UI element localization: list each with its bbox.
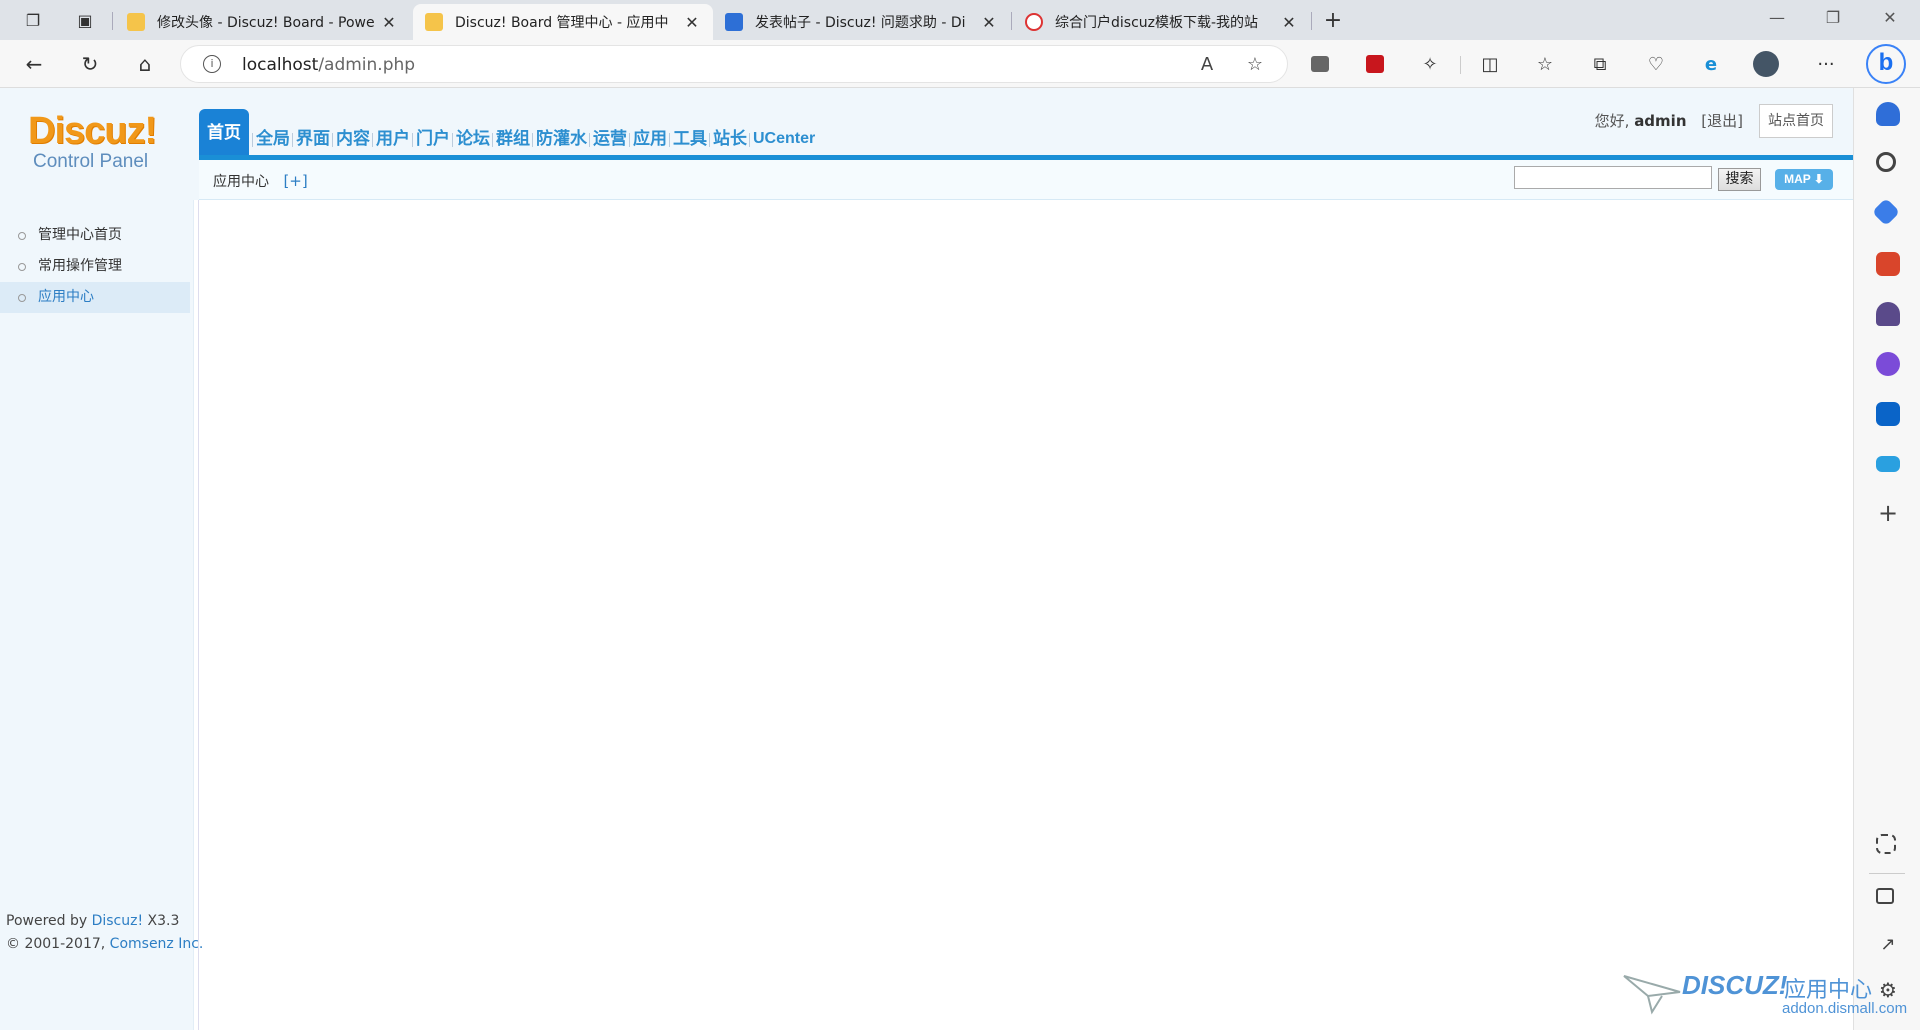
open-external-icon[interactable]: ↗ [1876,934,1900,958]
breadcrumb: 应用中心 [+] [213,171,308,191]
workspaces-icon[interactable]: ❐ [20,8,46,32]
copyright: Powered by Discuz! X3.3 © 2001-2017, Com… [6,913,204,952]
minimize-icon[interactable]: — [1757,8,1797,32]
panel-divider [198,200,199,1030]
map-button[interactable]: MAP ⬇ [1775,169,1833,190]
sidebar-menu: 管理中心首页 常用操作管理 应用中心 [0,220,190,313]
logout-link[interactable]: [退出] [1701,112,1743,130]
hide-sidebar-icon[interactable] [1876,888,1894,904]
browser-tab-1[interactable]: 修改头像 - Discuz! Board - Powe ✕ [115,4,410,40]
drop-icon[interactable] [1876,456,1900,472]
more-options-icon[interactable]: ··· [1813,52,1839,76]
back-icon[interactable]: ← [20,52,48,76]
new-tab-icon[interactable]: + [1320,8,1346,33]
admin-header: Discuz! Control Panel 首页 全局 界面 内容 用户 门户 … [0,88,1853,200]
extensions-icon[interactable]: ✧ [1417,52,1443,76]
nav-ucenter[interactable]: UCenter [748,121,818,157]
favorites-icon[interactable]: ☆ [1532,52,1558,76]
profile-avatar-icon[interactable] [1753,51,1779,77]
discuz-favicon-icon [425,13,443,31]
close-window-icon[interactable]: ✕ [1870,8,1910,32]
discuz-logo[interactable]: Discuz! Control Panel [28,110,157,173]
sidebar-item-app-center[interactable]: 应用中心 [0,282,190,313]
games-icon[interactable] [1876,302,1900,326]
discuz-link[interactable]: Discuz! [92,913,144,929]
close-tab-icon[interactable]: ✕ [1280,13,1298,32]
watermark-domain: addon.dismall.com [1782,1000,1908,1017]
user-greeting: 您好, admin [退出] [1594,112,1743,130]
restore-icon[interactable]: ❐ [1813,8,1853,32]
bing-copilot-icon[interactable]: b [1866,44,1906,84]
close-tab-icon[interactable]: ✕ [980,13,998,32]
browser-toolbar: ← ↻ ⌂ i localhost/admin.php A ☆ ✧ ◫ ☆ ⧉ … [0,40,1920,88]
home-icon[interactable]: ⌂ [131,52,159,76]
nav-global[interactable]: 全局 [252,121,293,157]
address-bar[interactable]: i localhost/admin.php A ☆ [180,45,1288,83]
mail-favicon-icon [725,13,743,31]
url-text[interactable]: localhost/admin.php [242,55,415,75]
nav-extended[interactable]: 运营 [589,121,630,157]
watermark-brand: DISCUZ! [1682,970,1788,1000]
sidebar-item-admin-home[interactable]: 管理中心首页 [0,220,190,251]
read-aloud-icon[interactable]: A [1196,54,1218,76]
nav-tools[interactable]: 工具 [669,121,710,157]
app-center-watermark: DISCUZ! 应用中心 addon.dismall.com [1622,966,1907,1026]
nav-safe[interactable]: 防灌水 [532,121,590,157]
notifications-icon[interactable] [1876,102,1900,126]
m365-icon[interactable] [1876,352,1900,376]
screenshot-icon[interactable] [1876,834,1896,854]
close-tab-icon[interactable]: ✕ [380,13,398,32]
comsenz-link[interactable]: Comsenz Inc. [110,936,204,952]
nav-home[interactable]: 首页 [199,109,249,157]
refresh-icon[interactable]: ↻ [76,52,104,76]
site-favicon-icon [1025,13,1043,31]
nav-founder[interactable]: 站长 [709,121,750,157]
sidebar-item-common-ops[interactable]: 常用操作管理 [0,251,190,282]
extension-pdf-icon[interactable] [1362,52,1388,76]
admin-page: Discuz! Control Panel 首页 全局 界面 内容 用户 门户 … [0,88,1907,1030]
split-screen-icon[interactable]: ◫ [1477,52,1503,76]
shopping-tag-icon[interactable] [1871,197,1901,227]
nav-portal[interactable]: 门户 [412,121,453,157]
add-shortcut-link[interactable]: [+] [283,172,307,190]
browser-tab-2[interactable]: Discuz! Board 管理中心 - 应用中 ✕ [413,4,713,40]
top-nav: 首页 全局 界面 内容 用户 门户 论坛 群组 防灌水 运营 应用 工具 站长 … [199,107,818,157]
search-button[interactable]: 搜索 [1718,168,1761,191]
outlook-icon[interactable] [1876,402,1900,426]
browser-tab-3[interactable]: 发表帖子 - Discuz! 问题求助 - Di ✕ [713,4,1010,40]
nav-style[interactable]: 界面 [292,121,333,157]
tab-actions-icon[interactable]: ▣ [72,8,98,32]
site-home-button[interactable]: 站点首页 [1759,104,1833,138]
extension-office-icon[interactable] [1307,52,1333,76]
edge-feature-icon[interactable]: e [1698,52,1724,76]
settings-gear-icon[interactable]: ⚙ [1876,978,1900,1002]
nav-group[interactable]: 群组 [492,121,533,157]
nav-plugin[interactable]: 应用 [629,121,670,157]
breadcrumb-current: 应用中心 [213,174,269,190]
search-input[interactable] [1514,166,1712,189]
tools-icon[interactable] [1876,252,1900,276]
browser-essentials-icon[interactable]: ♡ [1643,52,1669,76]
username: admin [1634,112,1687,130]
search-icon[interactable] [1876,152,1896,172]
discuz-favicon-icon [127,13,145,31]
left-sidebar: 管理中心首页 常用操作管理 应用中心 Powered by Discuz! X3… [0,200,203,1030]
sub-bar: 应用中心 [+] 搜索 MAP ⬇ [199,160,1853,200]
add-sidebar-app-icon[interactable]: + [1876,501,1900,526]
paper-plane-icon [1623,975,1681,1015]
edge-sidebar: + ↗ ⚙ [1853,88,1920,1030]
collections-icon[interactable]: ⧉ [1587,52,1613,76]
nav-forum[interactable]: 论坛 [452,121,493,157]
site-info-icon[interactable]: i [203,55,221,73]
browser-tab-bar: ❐ ▣ 修改头像 - Discuz! Board - Powe ✕ Discuz… [0,0,1920,40]
nav-content[interactable]: 内容 [332,121,373,157]
favorite-star-icon[interactable]: ☆ [1244,54,1266,76]
nav-user[interactable]: 用户 [372,121,413,157]
close-tab-icon[interactable]: ✕ [683,13,701,32]
browser-tab-4[interactable]: 综合门户discuz模板下载-我的站 ✕ [1013,4,1310,40]
